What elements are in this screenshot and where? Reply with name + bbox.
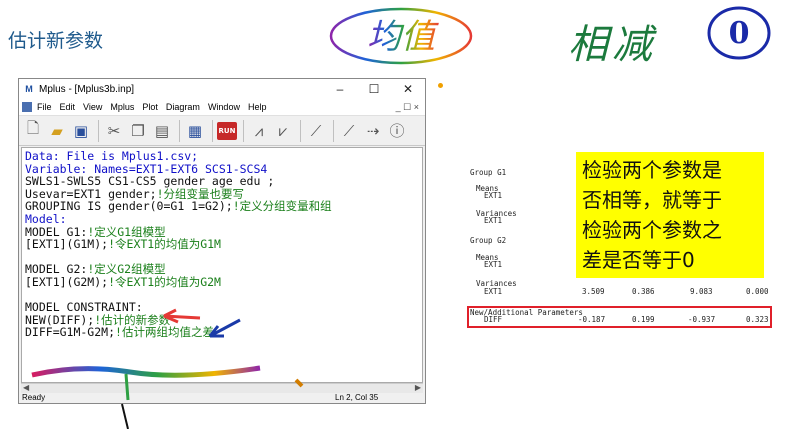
menu-mplus[interactable]: Mplus [110, 102, 134, 112]
means-ext1-label: EXT1 [484, 191, 503, 200]
group-g2-label: Group G2 [470, 236, 507, 245]
variance-se: 0.386 [632, 287, 655, 296]
scroll-left-icon[interactable]: ◀ [23, 383, 29, 392]
run-button[interactable]: RUN [217, 121, 237, 140]
means-g2-ext1-label: EXT1 [484, 260, 503, 269]
scroll-right-icon[interactable]: ▶ [415, 383, 421, 392]
line-chart-icon[interactable]: ⟋ [338, 119, 360, 143]
window-titlebar: M Mplus - [Mplus3b.inp] – ☐ ✕ [19, 79, 425, 99]
slide-title: 估计新参数 [8, 30, 104, 52]
plot-edit-icon[interactable]: ⩗ [272, 119, 294, 143]
menu-file[interactable]: File [37, 102, 52, 112]
variance-estimate: 3.509 [582, 287, 605, 296]
code-editor[interactable]: Data: File is Mplus1.csv; Variable: Names… [21, 147, 423, 383]
cursor-position: Ln 2, Col 35 [335, 393, 379, 402]
menu-window[interactable]: Window [208, 102, 240, 112]
status-text: Ready [22, 393, 46, 402]
pen-dot [438, 83, 443, 88]
maximize-button[interactable]: ☐ [357, 82, 391, 96]
menu-diagram[interactable]: Diagram [166, 102, 200, 112]
minimize-button[interactable]: – [323, 82, 357, 96]
pen-pointer-stroke [121, 403, 129, 429]
menu-help[interactable]: Help [248, 102, 267, 112]
handwritten-zero-annotation: 0 [706, 4, 772, 62]
copy-icon[interactable]: ❐ [127, 119, 149, 143]
mdi-window-controls[interactable]: _ ☐ × [396, 102, 419, 113]
code-line: [EXT1](G1M);!令EXT1的均值为G1M [25, 237, 221, 252]
code-line: DIFF=G1M-G2M;!估计两组均值之差 [25, 325, 214, 340]
code-line: [EXT1](G2M);!令EXT1的均值为G2M [25, 274, 221, 289]
chart-info-icon[interactable]: ⓘ [386, 119, 408, 143]
plot-icon[interactable]: ⩘ [248, 119, 270, 143]
handwritten-subtract-annotation: 相减 [568, 22, 656, 68]
callout-line-3: 检验两个参数之 [582, 218, 722, 242]
cut-icon[interactable]: ✂ [103, 119, 125, 143]
callout-line-4: 差是否等于0 [582, 248, 695, 272]
print-icon[interactable]: ▦ [184, 119, 206, 143]
variance-row-label: EXT1 [484, 287, 503, 296]
callout-line-1: 检验两个参数是 [582, 158, 722, 182]
mplus-window: M Mplus - [Mplus3b.inp] – ☐ ✕ File Edit … [18, 78, 426, 404]
new-file-icon[interactable]: 🗋 [22, 119, 44, 143]
code-line: Data: File is Mplus1.csv; [25, 149, 199, 163]
status-bar: Ready Ln 2, Col 35 [19, 393, 425, 405]
paste-icon[interactable]: ▤ [151, 119, 173, 143]
variance-row: EXT1 3.509 0.386 9.083 0.000 [484, 287, 790, 297]
diff-highlight-box [467, 306, 772, 328]
callout-line-2: 否相等，就等于 [582, 188, 722, 212]
save-icon[interactable]: ▣ [70, 119, 92, 143]
mplus-logo-icon: M [25, 84, 33, 94]
group-g1-label: Group G1 [470, 168, 507, 177]
close-button[interactable]: ✕ [391, 82, 425, 96]
mean-annotation-text: 均值 [367, 17, 439, 57]
handwritten-mean-annotation: 均值 [329, 7, 473, 65]
horizontal-scrollbar[interactable]: ◀ ▶ [21, 383, 423, 393]
window-title: Mplus - [Mplus3b.inp] [39, 83, 135, 95]
open-folder-icon[interactable]: ▰ [46, 119, 68, 143]
document-icon[interactable] [22, 102, 32, 112]
toolbar: 🗋 ▰ ▣ ✂ ❐ ▤ ▦ RUN ⩘ ⩗ ⟋ ⟋ ⇢ ⓘ [19, 116, 425, 146]
zero-annotation-text: 0 [728, 15, 750, 51]
callout-box: 检验两个参数是 否相等，就等于 检验两个参数之 差是否等于0 [576, 152, 764, 278]
menu-plot[interactable]: Plot [142, 102, 158, 112]
variances-ext1-label: EXT1 [484, 216, 503, 225]
chart-icon[interactable]: ⟋ [305, 119, 327, 143]
variance-est-se: 9.083 [690, 287, 713, 296]
menu-edit[interactable]: Edit [60, 102, 76, 112]
menu-bar: File Edit View Mplus Plot Diagram Window… [19, 99, 425, 116]
export-chart-icon[interactable]: ⇢ [362, 119, 384, 143]
variance-pval: 0.000 [746, 287, 769, 296]
code-line: GROUPING IS gender(0=G1 1=G2);!定义分组变量和组 [25, 199, 332, 214]
menu-view[interactable]: View [83, 102, 102, 112]
